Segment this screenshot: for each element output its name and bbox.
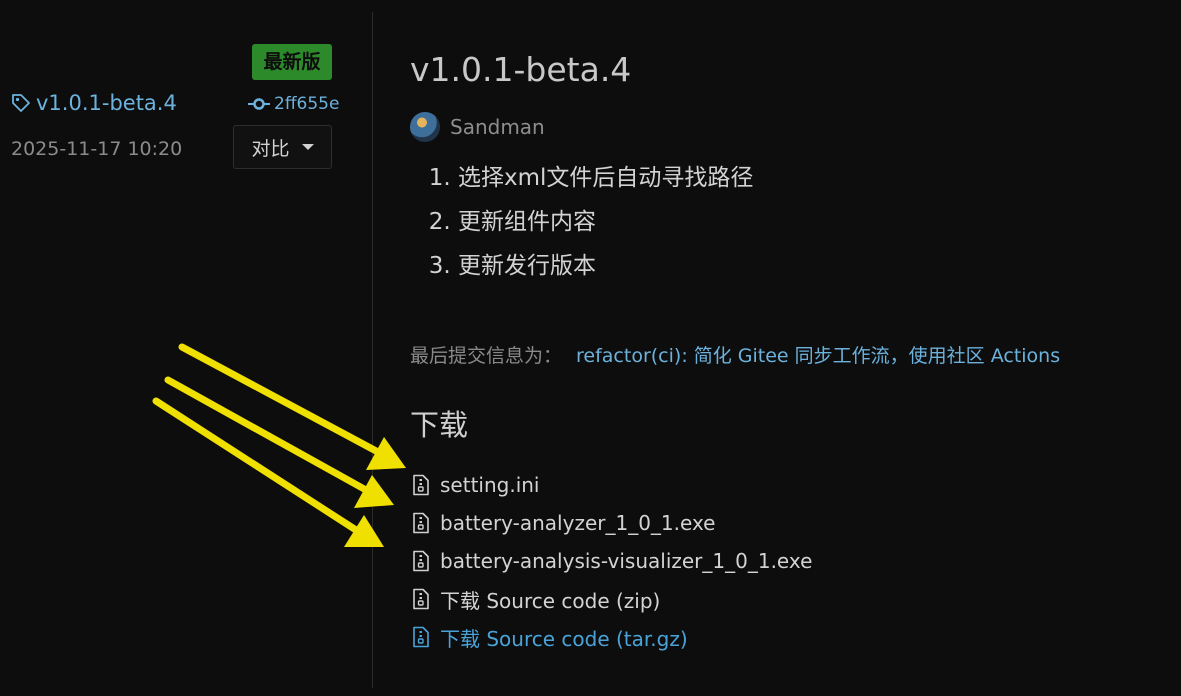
release-title: v1.0.1-beta.4 (410, 50, 632, 89)
file-zip-icon (413, 550, 429, 572)
download-item-setting-ini[interactable]: setting.ini (412, 466, 812, 504)
commit-link[interactable]: 2ff655e (248, 92, 339, 116)
tag-link[interactable]: v1.0.1-beta.4 (10, 89, 177, 117)
file-zip-icon (413, 474, 429, 496)
download-list: setting.ini battery-analyzer_1_0_1.exe b… (412, 466, 812, 656)
tag-label: v1.0.1-beta.4 (36, 91, 177, 115)
release-date: 2025-11-17 10:20 (11, 138, 183, 160)
latest-badge: 最新版 (252, 44, 332, 80)
column-divider (372, 12, 373, 688)
download-file-name: battery-analyzer_1_0_1.exe (440, 511, 716, 535)
last-commit-label: 最后提交信息为： (410, 345, 563, 367)
download-file-name: 下载 Source code (tar.gz) (440, 626, 688, 651)
download-item-battery-analyzer[interactable]: battery-analyzer_1_0_1.exe (412, 504, 812, 542)
file-zip-icon (413, 588, 429, 610)
download-file-name: setting.ini (440, 473, 540, 497)
note-item: 更新组件内容 (458, 202, 753, 246)
download-item-source-targz[interactable]: 下载 Source code (tar.gz) (412, 618, 812, 656)
release-page: 最新版 v1.0.1-beta.4 2ff655e 2025-11-17 10:… (0, 0, 1181, 696)
last-commit-message-link[interactable]: refactor(ci): 简化 Gitee 同步工作流，使用社区 Action… (576, 345, 1060, 367)
file-zip-icon (413, 626, 429, 648)
annotation-arrow-icon (164, 376, 394, 508)
commit-hash: 2ff655e (274, 94, 340, 114)
compare-label: 对比 (251, 137, 290, 160)
author-link[interactable]: Sandman (450, 115, 545, 139)
annotation-arrow-icon (152, 397, 384, 547)
download-file-name: 下载 Source code (zip) (440, 588, 661, 613)
last-commit: 最后提交信息为： refactor(ci): 简化 Gitee 同步工作流，使用社… (410, 341, 1060, 368)
avatar[interactable] (410, 112, 440, 142)
download-file-name: battery-analysis-visualizer_1_0_1.exe (440, 549, 813, 573)
tag-icon (12, 94, 30, 112)
file-zip-icon (413, 512, 429, 534)
downloads-heading: 下载 (410, 408, 469, 442)
note-item: 选择xml文件后自动寻找路径 (458, 158, 753, 202)
download-item-source-zip[interactable]: 下载 Source code (zip) (412, 580, 812, 618)
note-item: 更新发行版本 (458, 246, 753, 290)
compare-button[interactable]: 对比 (233, 125, 332, 169)
caret-down-icon (301, 144, 314, 150)
download-item-visualizer[interactable]: battery-analysis-visualizer_1_0_1.exe (412, 542, 812, 580)
release-notes: 选择xml文件后自动寻找路径 更新组件内容 更新发行版本 (410, 158, 753, 290)
commit-icon (248, 98, 270, 110)
